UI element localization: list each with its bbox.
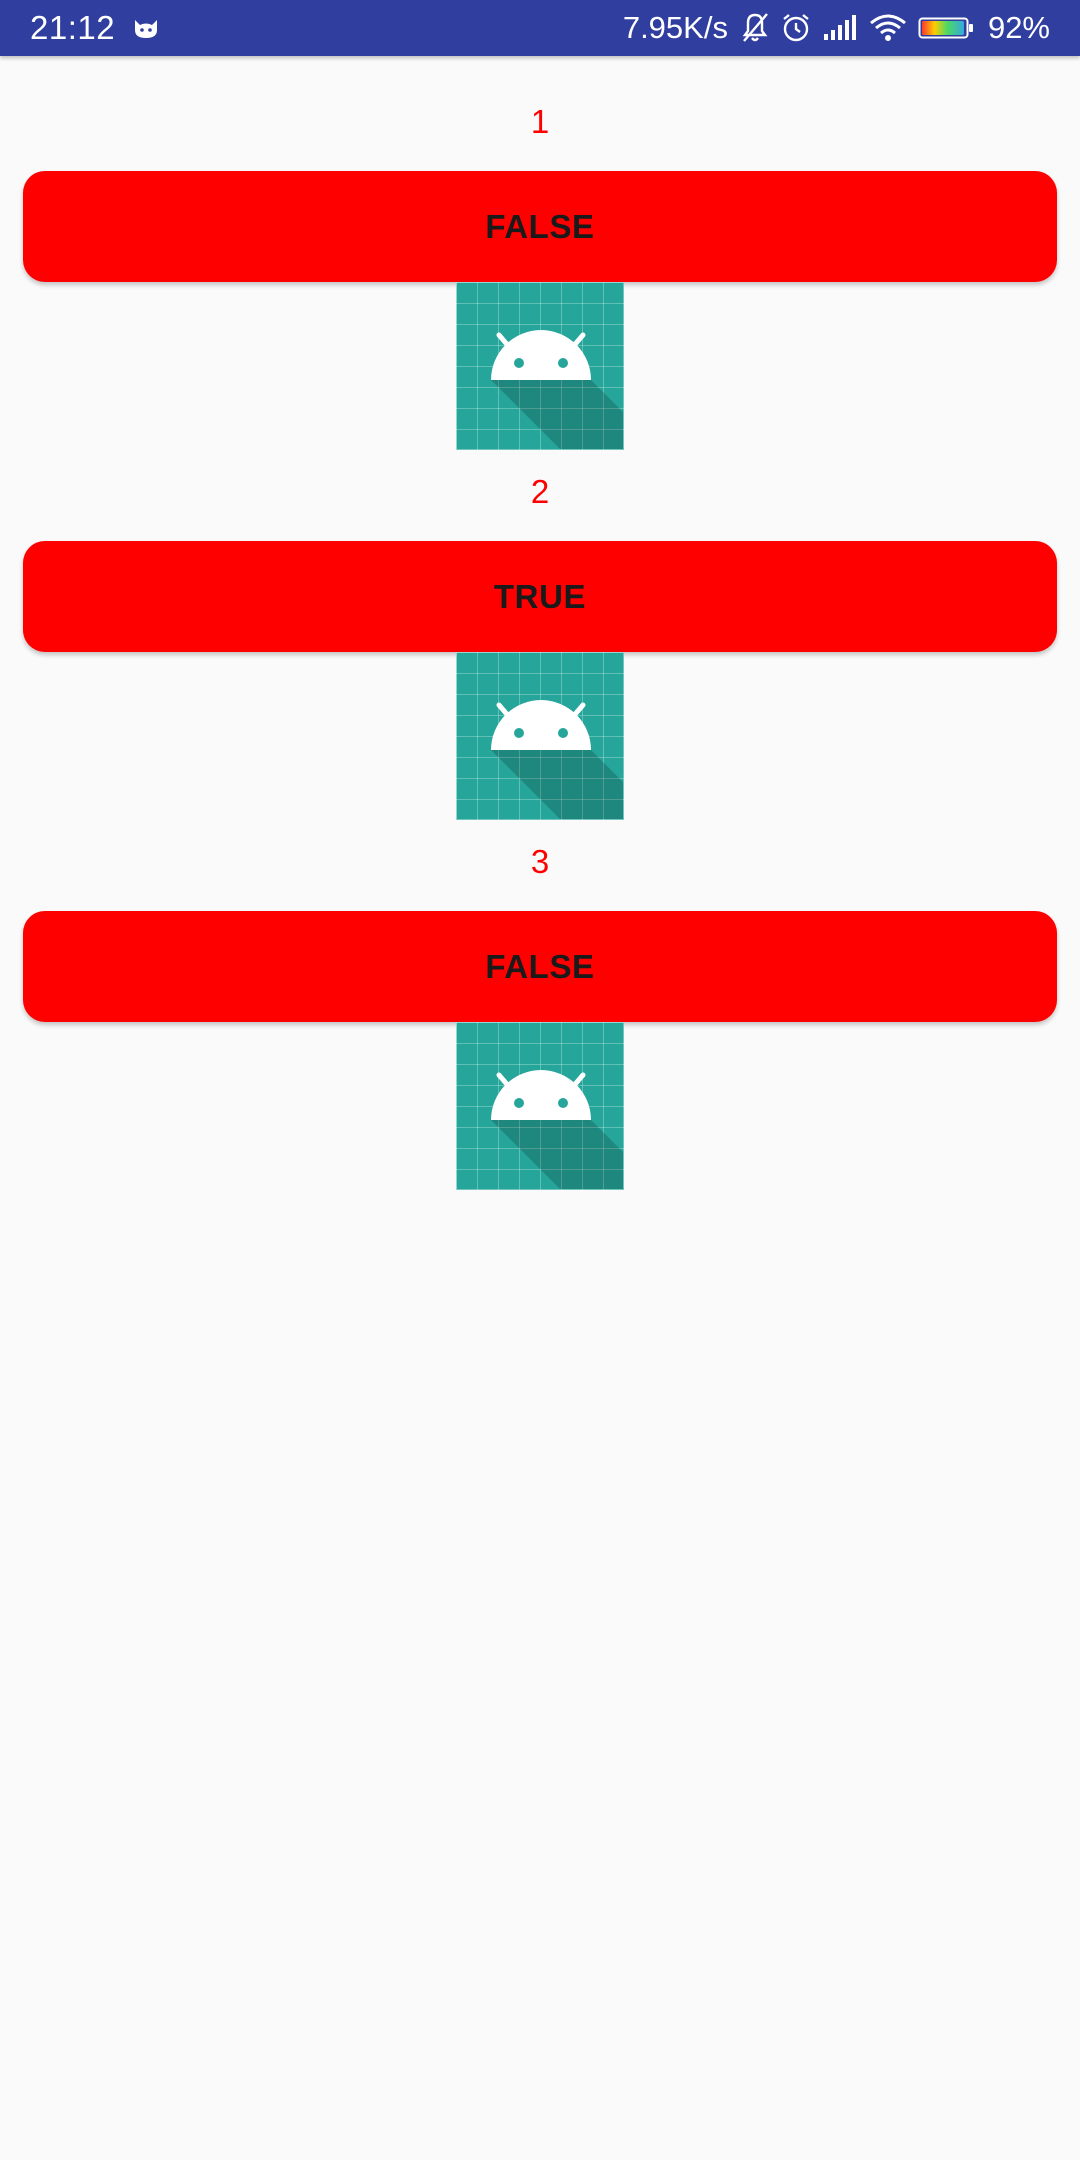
status-bar: 21:12 7.95K/s 92% xyxy=(0,0,1080,56)
item-number-label: 2 xyxy=(530,473,550,510)
status-time: 21:12 xyxy=(30,9,116,46)
wifi-icon xyxy=(868,13,908,43)
cat-notification-icon xyxy=(131,16,161,40)
status-bar-left: 21:12 xyxy=(30,0,161,56)
network-speed: 7.95K/s xyxy=(622,10,728,45)
signal-icon xyxy=(822,14,858,42)
battery-percent: 92% xyxy=(987,10,1050,45)
list-item: 2 TRUE xyxy=(0,451,1080,821)
android-launcher-icon xyxy=(456,652,624,820)
toggle-button[interactable]: TRUE xyxy=(23,541,1057,652)
battery-icon xyxy=(918,16,974,40)
status-bar-right: 7.95K/s 92% xyxy=(623,0,1050,56)
bell-muted-icon xyxy=(740,11,770,45)
toggle-button[interactable]: FALSE xyxy=(23,171,1057,282)
list-item: 3 FALSE xyxy=(0,821,1080,1191)
item-number-label: 3 xyxy=(530,843,550,880)
android-launcher-icon xyxy=(456,282,624,450)
item-number-label: 1 xyxy=(530,103,550,140)
list-item: 1 FALSE xyxy=(0,81,1080,451)
toggle-button[interactable]: FALSE xyxy=(23,911,1057,1022)
android-launcher-icon xyxy=(456,1022,624,1190)
alarm-icon xyxy=(780,12,812,44)
